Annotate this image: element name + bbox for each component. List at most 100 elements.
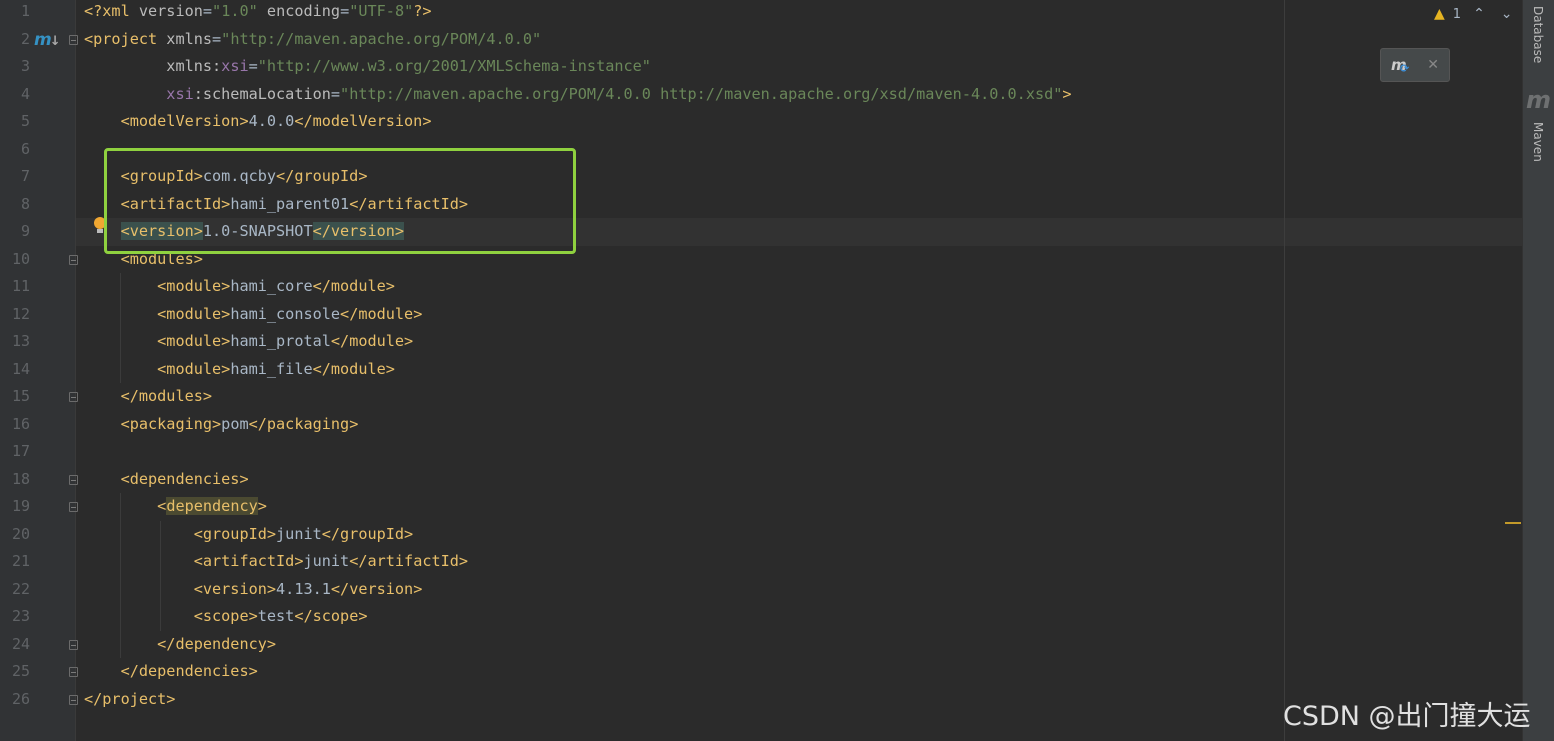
line-number-row[interactable]: 17 xyxy=(0,438,76,466)
previous-highlight-button[interactable]: ⌃ xyxy=(1469,6,1489,22)
line-number-row[interactable]: 24 xyxy=(0,631,76,659)
line-number: 16 xyxy=(11,414,30,433)
next-highlight-button[interactable]: ⌄ xyxy=(1497,6,1517,22)
line-number-row[interactable]: 25 xyxy=(0,658,76,686)
close-icon[interactable]: ✕ xyxy=(1427,57,1439,73)
code-token: <modelVersion> xyxy=(120,112,249,130)
fold-marker-icon[interactable] xyxy=(69,254,78,265)
line-number-row[interactable]: 3 xyxy=(0,53,76,81)
line-number-row[interactable]: 12 xyxy=(0,301,76,329)
line-number: 8 xyxy=(20,194,30,213)
right-margin-guide xyxy=(1284,0,1285,741)
code-line[interactable] xyxy=(76,438,1530,466)
code-line[interactable]: <?xml version="1.0" encoding="UTF-8"?> xyxy=(76,0,1530,26)
code-line[interactable]: <dependency> xyxy=(76,493,1530,521)
code-line[interactable]: xmlns:xsi="http://www.w3.org/2001/XMLSch… xyxy=(76,53,1530,81)
fold-marker-icon[interactable] xyxy=(69,667,78,677)
line-number-row[interactable]: 4 xyxy=(0,81,76,109)
line-number-row[interactable]: 26 xyxy=(0,686,76,714)
maven-reload-icon[interactable]: m ⟳ xyxy=(1391,56,1409,75)
error-stripe-warning-mark[interactable] xyxy=(1505,522,1521,524)
code-token: </dependencies> xyxy=(120,662,258,680)
code-token: </artifactId> xyxy=(349,552,469,570)
code-line[interactable]: </dependency> xyxy=(76,631,1530,659)
code-line[interactable]: </modules> xyxy=(76,383,1530,411)
line-number-row[interactable]: 15 xyxy=(0,383,76,411)
code-token: "UTF-8" xyxy=(349,2,414,20)
tab-maven[interactable]: Maven xyxy=(1531,122,1545,162)
code-token: <groupId> xyxy=(193,524,277,543)
line-number-row[interactable]: 10 xyxy=(0,246,76,274)
code-token: = xyxy=(202,2,213,20)
fold-marker-icon[interactable] xyxy=(69,34,78,45)
line-number-row[interactable]: 16 xyxy=(0,411,76,439)
line-number: 6 xyxy=(20,139,30,158)
code-line[interactable]: <packaging>pom</packaging> xyxy=(76,411,1530,439)
line-number-row[interactable]: 9 xyxy=(0,218,76,246)
code-line[interactable]: <module>hami_protal</module> xyxy=(76,328,1530,356)
line-number-row[interactable]: 20 xyxy=(0,521,76,549)
fold-marker-icon[interactable] xyxy=(69,392,78,402)
code-token: </module> xyxy=(312,359,395,378)
line-number-gutter[interactable]: 1 2 3 4 5 6 7 8 9 10 11 12 13 14 15 16 17 18 19 20 21 22 23 24 2… xyxy=(0,0,76,741)
line-number: 26 xyxy=(11,689,30,708)
code-line[interactable]: <module>hami_file</module> xyxy=(76,356,1530,384)
line-number-row[interactable]: 23 xyxy=(0,603,76,631)
line-number-row[interactable]: 19 xyxy=(0,493,76,521)
line-number-row[interactable]: 13 xyxy=(0,328,76,356)
line-number: 12 xyxy=(11,304,30,323)
line-number-row[interactable]: 1 xyxy=(0,0,76,26)
code-token: xmlns: xyxy=(166,57,222,75)
code-line[interactable]: xsi:schemaLocation="http://maven.apache.… xyxy=(76,81,1530,109)
line-number: 2 xyxy=(20,29,30,48)
code-line[interactable]: <artifactId>junit</artifactId> xyxy=(76,548,1530,576)
code-token: <dependencies> xyxy=(120,469,249,488)
code-line[interactable]: <groupId>junit</groupId> xyxy=(76,521,1530,549)
inspection-widget[interactable]: ▲ 1 ⌃ ⌄ xyxy=(1434,4,1517,24)
code-token: 4.13.1 xyxy=(276,579,331,598)
code-line[interactable]: <module>hami_core</module> xyxy=(76,273,1530,301)
warning-count[interactable]: 1 xyxy=(1453,7,1461,22)
warning-icon[interactable]: ▲ xyxy=(1434,6,1445,22)
code-line[interactable]: <version>4.13.1</version> xyxy=(76,576,1530,604)
code-line[interactable]: <module>hami_console</module> xyxy=(76,301,1530,329)
line-number-row[interactable]: 18 xyxy=(0,466,76,494)
line-number-row[interactable]: 11 xyxy=(0,273,76,301)
code-line[interactable]: <scope>test</scope> xyxy=(76,603,1530,631)
fold-marker-icon[interactable] xyxy=(69,502,78,512)
code-line[interactable]: <modelVersion>4.0.0</modelVersion> xyxy=(76,108,1530,136)
code-line[interactable]: <dependencies> xyxy=(76,466,1530,494)
line-number-row[interactable]: 5 xyxy=(0,108,76,136)
line-number: 22 xyxy=(11,579,30,598)
line-number-row[interactable]: 14 xyxy=(0,356,76,384)
fold-marker-icon[interactable] xyxy=(69,474,78,485)
code-token: = xyxy=(340,2,350,20)
code-line[interactable]: <project xmlns="http://maven.apache.org/… xyxy=(76,26,1530,54)
fold-marker-icon[interactable] xyxy=(69,694,78,705)
watermark: CSDN @出门撞大运 xyxy=(1283,701,1531,732)
code-token: </scope> xyxy=(294,607,368,625)
tab-database[interactable]: Database xyxy=(1531,6,1545,63)
code-token: version xyxy=(138,2,203,20)
code-token: ?> xyxy=(413,2,432,20)
code-token: > xyxy=(1062,84,1072,103)
line-number-row[interactable]: 6 xyxy=(0,136,76,164)
annotation-highlight-box xyxy=(104,148,576,254)
line-number: 13 xyxy=(11,332,30,350)
line-number: 24 xyxy=(11,634,30,653)
code-token: :schemaLocation xyxy=(193,84,331,103)
maven-gutter-icon[interactable]: m↓ xyxy=(34,30,61,50)
code-editor[interactable]: <?xml version="1.0" encoding="UTF-8"?> <p… xyxy=(76,0,1530,741)
code-token: <version> xyxy=(193,579,277,598)
code-line[interactable]: </dependencies> xyxy=(76,658,1530,686)
fold-marker-icon[interactable] xyxy=(69,639,78,650)
code-token: pom xyxy=(221,414,249,433)
line-number-row[interactable]: 8 xyxy=(0,191,76,219)
line-number-row[interactable]: 21 xyxy=(0,548,76,576)
maven-tool-icon[interactable]: m xyxy=(1526,86,1551,114)
line-number-row[interactable]: 22 xyxy=(0,576,76,604)
line-number-row[interactable]: 7 xyxy=(0,163,76,191)
